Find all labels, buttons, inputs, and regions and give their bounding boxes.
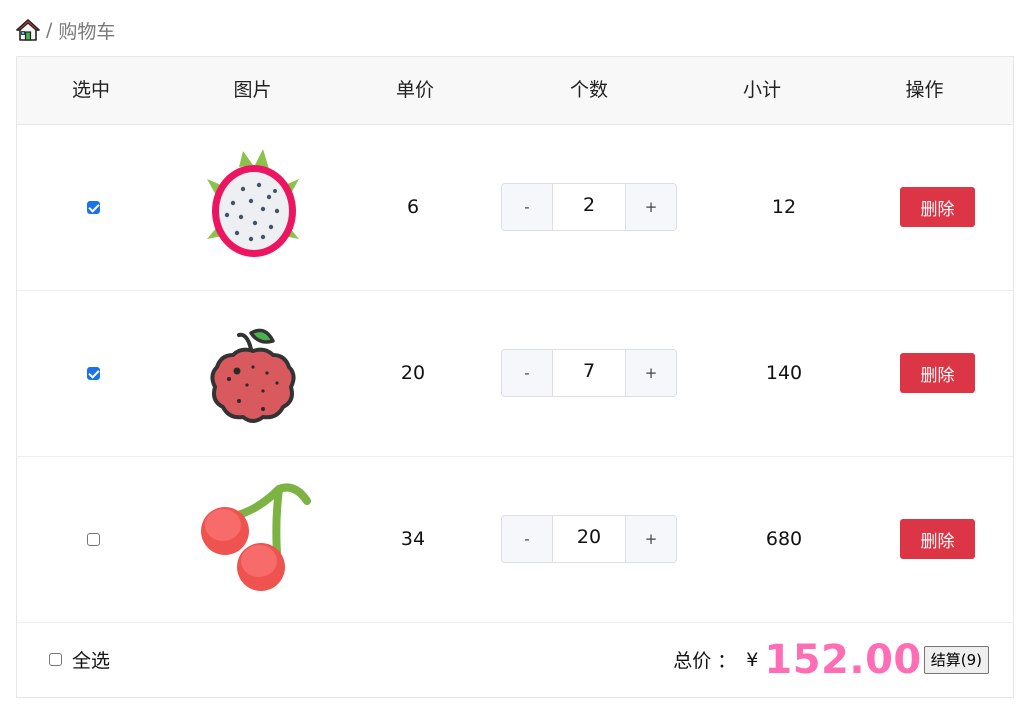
header-image: 图片: [233, 79, 272, 101]
cart-footer: 全选 总价 ： ¥ 152.00 结算(9): [17, 622, 1013, 697]
dragon-fruit-icon: [203, 148, 303, 266]
table-header: 选中 图片 单价 个数 小计 操作: [17, 57, 1013, 125]
breadcrumb-separator: /: [46, 19, 53, 41]
quantity-input[interactable]: 20: [553, 516, 625, 562]
row-price: 6: [406, 196, 420, 218]
quantity-input[interactable]: 7: [553, 350, 625, 396]
breadcrumb-current: 购物车: [58, 20, 116, 43]
row-checkbox[interactable]: [86, 532, 100, 546]
table-row: 34 - 20 + 680 删除: [17, 456, 1013, 623]
row-price: 20: [400, 362, 426, 384]
table-row: 6 - 2 + 12 删除: [17, 124, 1013, 291]
select-all-checkbox[interactable]: [49, 653, 62, 666]
header-quantity: 个数: [569, 79, 608, 101]
header-subtotal: 小计: [742, 79, 781, 101]
row-checkbox[interactable]: [86, 200, 100, 214]
quantity-input[interactable]: 2: [553, 184, 625, 230]
header-price: 单价: [395, 79, 434, 101]
cherry-icon: [195, 481, 311, 598]
decrement-button[interactable]: -: [502, 516, 553, 562]
decrement-button[interactable]: -: [502, 184, 553, 230]
checkout-button[interactable]: 结算(9): [923, 645, 989, 674]
row-checkbox[interactable]: [86, 366, 100, 380]
row-price: 34: [400, 528, 426, 550]
total-label: 总价 ：: [673, 650, 737, 672]
delete-button[interactable]: 删除: [900, 519, 975, 559]
total-section: 总价 ： ¥ 152.00 结算(9): [673, 622, 989, 697]
currency-symbol: ¥: [746, 648, 759, 671]
increment-button[interactable]: +: [625, 350, 676, 396]
table-row: 20 - 7 + 140 删除: [17, 290, 1013, 457]
delete-button[interactable]: 删除: [900, 353, 975, 393]
select-all: 全选: [49, 622, 110, 697]
quantity-stepper: - 20 +: [501, 515, 677, 563]
quantity-stepper: - 7 +: [501, 349, 677, 397]
increment-button[interactable]: +: [625, 516, 676, 562]
quantity-stepper: - 2 +: [501, 183, 677, 231]
increment-button[interactable]: +: [625, 184, 676, 230]
cart-table: 选中 图片 单价 个数 小计 操作 6 - 2 + 12 删除 20 - 7 +…: [16, 56, 1014, 698]
header-select: 选中: [71, 79, 110, 101]
header-action: 操作: [905, 79, 944, 101]
breadcrumb: / 购物车: [16, 16, 115, 44]
delete-button[interactable]: 删除: [900, 187, 975, 227]
total-amount: 152.00: [764, 636, 922, 683]
decrement-button[interactable]: -: [502, 350, 553, 396]
lychee-icon: [203, 315, 303, 432]
select-all-label: 全选: [72, 650, 111, 672]
home-icon[interactable]: [16, 18, 40, 42]
